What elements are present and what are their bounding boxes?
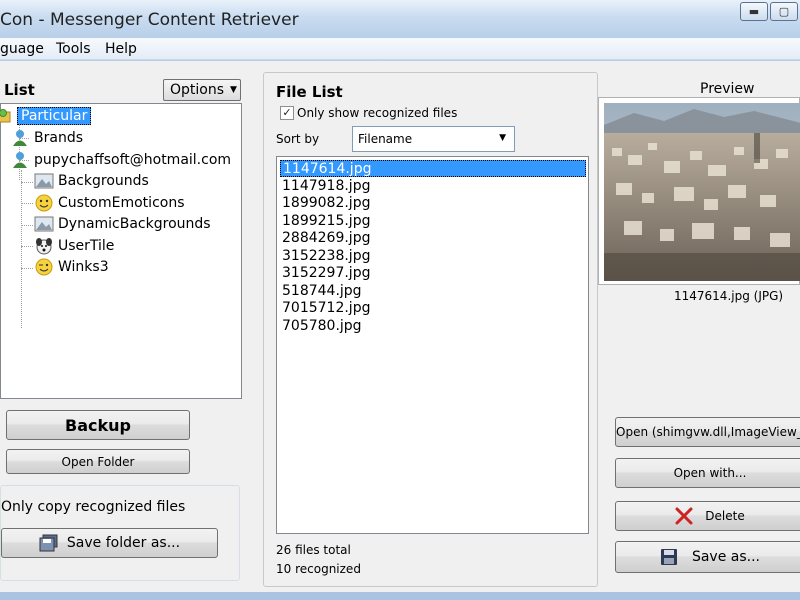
delete-x-icon (675, 507, 693, 525)
folder-user-icon (0, 107, 13, 125)
menu-help[interactable]: Help (105, 41, 137, 57)
title-bar: Con - Messenger Content Retriever ▬ ▢ ✕ (0, 0, 800, 38)
wink-icon (34, 258, 54, 276)
tree-connector (21, 170, 22, 328)
file-item[interactable]: 7015712.jpg (280, 300, 370, 317)
smiley-icon (34, 194, 54, 212)
file-list-title: File List (276, 83, 343, 101)
file-item[interactable]: 705780.jpg (280, 318, 362, 335)
save-disk-icon (660, 548, 678, 566)
list-title: List (4, 81, 35, 99)
tree-item-label: Brands (34, 130, 83, 146)
dog-icon (34, 237, 54, 255)
account-tree[interactable]: Particular Brands pupychaffsoft@hotmail.… (0, 103, 242, 399)
tree-item-label: Winks3 (58, 259, 109, 275)
sort-by-label: Sort by (276, 132, 320, 146)
tree-connector (21, 182, 33, 183)
tree-item-backgrounds[interactable]: Backgrounds (34, 171, 149, 191)
only-recognized-label: Only show recognized files (297, 106, 458, 120)
file-item[interactable]: 1899215.jpg (280, 213, 370, 230)
tree-item-label: DynamicBackgrounds (58, 216, 211, 232)
copy-recognized-option[interactable]: Only copy recognized files (1, 499, 185, 515)
tree-item-custom-emoticons[interactable]: CustomEmoticons (34, 193, 185, 213)
preview-frame (598, 97, 800, 285)
delete-button[interactable]: Delete (615, 501, 800, 531)
save-folder-label: Save folder as... (66, 535, 181, 551)
tree-item-dynamic-backgrounds[interactable]: DynamicBackgrounds (34, 214, 211, 234)
tree-item-account[interactable]: pupychaffsoft@hotmail.com (10, 150, 231, 170)
file-item[interactable]: 1147614.jpg (280, 160, 586, 177)
minimize-button[interactable]: ▬ (740, 2, 768, 21)
window-controls: ▬ ▢ ✕ (740, 2, 800, 21)
file-item[interactable]: 518744.jpg (280, 283, 362, 300)
recognized-files-count: 10 recognized (276, 562, 361, 576)
preview-caption: 1147614.jpg (JPG) (674, 289, 784, 303)
save-as-button[interactable]: Save as... (615, 541, 800, 573)
tree-item-label: pupychaffsoft@hotmail.com (34, 152, 232, 168)
dropdown-arrow-icon: ▼ (230, 85, 237, 95)
picture-icon (34, 172, 54, 190)
tree-item-label: Backgrounds (58, 173, 149, 189)
tree-item-label: UserTile (58, 238, 115, 254)
client-area: List Options ▼ Particular Brands pupycha… (0, 61, 800, 592)
file-list[interactable]: 1147614.jpg 1147918.jpg 1899082.jpg 1899… (276, 156, 589, 534)
tree-item-particular[interactable]: Particular (0, 106, 92, 126)
file-list-panel: File List ✓ Only show recognized files S… (263, 72, 598, 587)
picture-icon (34, 215, 54, 233)
tree-item-winks[interactable]: Winks3 (34, 257, 109, 277)
tree-item-brands[interactable]: Brands (10, 128, 83, 148)
open-folder-button[interactable]: Open Folder (6, 449, 190, 474)
user-icon (10, 151, 30, 169)
backup-button[interactable]: Backup (6, 410, 190, 440)
file-item[interactable]: 3152238.jpg (280, 248, 370, 265)
menu-language[interactable]: guage (0, 41, 44, 57)
tree-connector (21, 203, 33, 204)
tree-item-usertile[interactable]: UserTile (34, 236, 114, 256)
save-as-label: Save as... (691, 549, 761, 565)
delete-label: Delete (705, 509, 745, 523)
save-folder-button[interactable]: Save folder as... (1, 528, 218, 558)
open-with-viewer-button[interactable]: Open (shimgvw.dll,ImageView_Full (615, 417, 800, 447)
open-with-button[interactable]: Open with... (615, 458, 800, 488)
only-recognized-checkbox[interactable]: ✓ (280, 106, 294, 120)
dropdown-arrow-icon: ▼ (499, 133, 506, 143)
tree-item-label: CustomEmoticons (58, 195, 185, 211)
menu-bar: guage Tools Help (0, 38, 800, 60)
save-folder-icon (39, 534, 59, 552)
file-item[interactable]: 1899082.jpg (280, 195, 370, 212)
user-icon (10, 129, 30, 147)
tree-connector (21, 268, 33, 269)
window-title: Con - Messenger Content Retriever (0, 10, 299, 30)
options-button[interactable]: Options ▼ (163, 79, 241, 101)
sort-by-select[interactable]: Filename ▼ (352, 126, 515, 152)
maximize-button[interactable]: ▢ (770, 2, 798, 21)
menu-tools[interactable]: Tools (56, 41, 91, 57)
options-label: Options (170, 82, 225, 98)
total-files-count: 26 files total (276, 543, 351, 557)
tree-connector (21, 225, 33, 226)
tree-item-label: Particular (17, 107, 92, 125)
tree-connector (21, 246, 33, 247)
sort-by-value: Filename (358, 132, 413, 146)
file-item[interactable]: 2884269.jpg (280, 230, 370, 247)
copy-options-group: Only copy recognized files Save folder a… (0, 485, 240, 581)
file-item[interactable]: 3152297.jpg (280, 265, 370, 282)
file-item[interactable]: 1147918.jpg (280, 178, 370, 195)
preview-label: Preview (700, 81, 755, 97)
preview-image (604, 103, 800, 281)
